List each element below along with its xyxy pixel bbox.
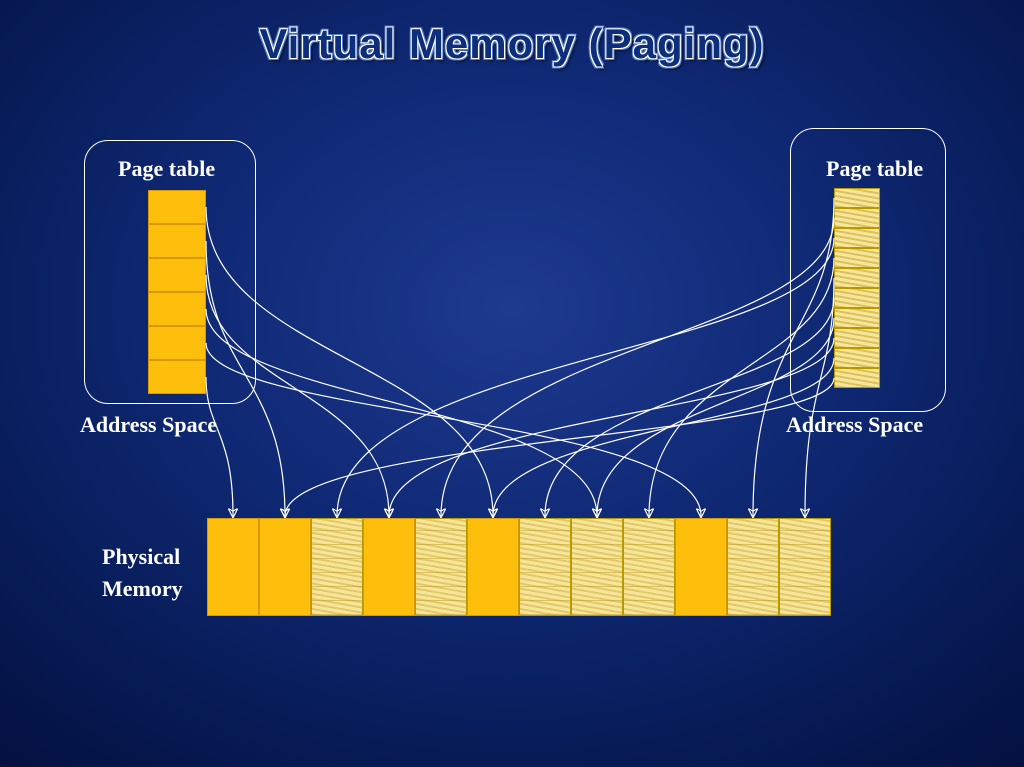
left-page-table-label: Page table [118, 156, 215, 182]
left-page-table-cell [148, 224, 206, 258]
right-page-table-cell [834, 348, 880, 368]
physical-memory-label-line1: Physical [102, 544, 180, 570]
right-page-table-cell [834, 328, 880, 348]
mapping-arrow [337, 238, 834, 516]
physical-memory-cell [415, 518, 467, 616]
right-address-space-label: Address Space [786, 412, 923, 438]
mapping-arrow [389, 338, 834, 516]
slide-title: Virtual Memory (Paging) [0, 20, 1024, 68]
physical-memory-cell [467, 518, 519, 616]
right-page-table-cell [834, 268, 880, 288]
right-page-table-label: Page table [826, 156, 923, 182]
right-page-table-cell [834, 248, 880, 268]
left-page-table-cell [148, 292, 206, 326]
left-page-table-cell [148, 326, 206, 360]
left-page-table-cell [148, 258, 206, 292]
physical-memory-cell [779, 518, 831, 616]
physical-memory-cell [571, 518, 623, 616]
mapping-arrow [493, 358, 834, 516]
mapping-arrow [206, 309, 597, 516]
right-page-table-cell [834, 308, 880, 328]
physical-memory-cell [259, 518, 311, 616]
mapping-arrow [441, 218, 834, 516]
physical-memory-cell [727, 518, 779, 616]
physical-memory-cell [363, 518, 415, 616]
right-page-table-cell [834, 188, 880, 208]
physical-memory-cell [519, 518, 571, 616]
left-page-table-cell [148, 190, 206, 224]
physical-memory-cell [675, 518, 727, 616]
physical-memory-cell [623, 518, 675, 616]
physical-memory-cell [311, 518, 363, 616]
right-page-table-cell [834, 228, 880, 248]
right-page-table-cell [834, 368, 880, 388]
mapping-arrow [206, 343, 701, 516]
right-page-table-cell [834, 208, 880, 228]
left-address-space-label: Address Space [80, 412, 217, 438]
right-page-table-cell [834, 288, 880, 308]
physical-memory-label-line2: Memory [102, 576, 183, 602]
mapping-arrow [285, 378, 834, 516]
left-page-table-cell [148, 360, 206, 394]
physical-memory-cell [207, 518, 259, 616]
